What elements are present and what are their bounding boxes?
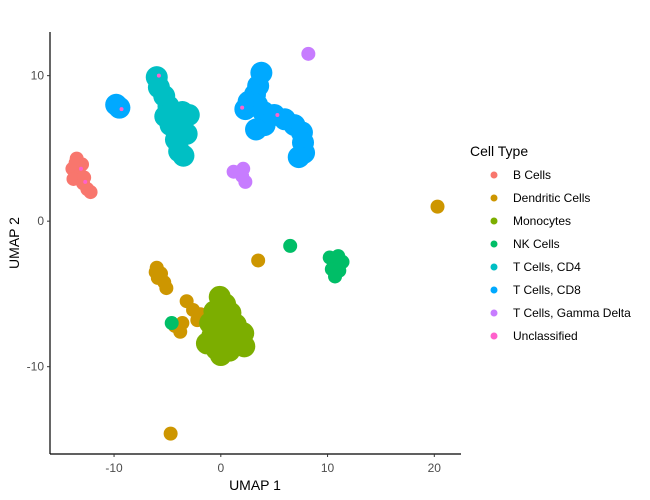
cluster-t-cells-cd8 (105, 61, 316, 169)
cluster-monocytes (195, 285, 256, 367)
data-point (209, 344, 232, 367)
legend: B Cells Dendritic Cells Monocytes NK Cells T… (490, 168, 631, 343)
point-layer (65, 46, 445, 441)
cluster-t-cells-cd4 (145, 66, 200, 167)
y-tick-label: -10 (27, 360, 45, 374)
legend-item: Unclassified (490, 329, 578, 343)
legend-label: T Cells, CD8 (513, 283, 581, 297)
cluster-b-cells (65, 151, 98, 200)
x-tick-label: 20 (428, 461, 442, 475)
legend-key (490, 309, 498, 317)
legend-key (490, 332, 498, 340)
legend-item: T Cells, CD8 (490, 283, 581, 297)
data-point (301, 46, 316, 61)
legend-label: T Cells, CD4 (513, 260, 581, 274)
data-point (245, 118, 268, 141)
data-point (83, 185, 98, 200)
data-point (159, 281, 174, 296)
data-point (275, 112, 280, 117)
legend-item: T Cells, CD4 (490, 260, 581, 274)
legend-key (490, 217, 498, 225)
data-point (238, 174, 253, 189)
data-point (108, 96, 131, 119)
x-tick-label: 0 (217, 461, 224, 475)
data-point (251, 253, 266, 268)
data-point (233, 335, 256, 358)
x-axis-title: UMAP 1 (229, 477, 281, 493)
data-point (240, 105, 245, 110)
data-point (287, 146, 310, 169)
legend-label: T Cells, Gamma Delta (513, 306, 631, 320)
y-tick-label: 10 (31, 69, 45, 83)
data-point (283, 238, 298, 253)
legend-item: B Cells (490, 168, 551, 182)
y-axis-title: UMAP 2 (6, 217, 22, 269)
umap-chart: -10 0 10 20 -10010 UMAP 1 UMAP 2 Cell Type … (6, 32, 631, 493)
legend-key (490, 194, 498, 202)
data-point (430, 199, 445, 214)
data-point (164, 316, 179, 331)
legend-title: Cell Type (470, 143, 528, 159)
legend-item: NK Cells (490, 237, 560, 251)
data-point (156, 73, 161, 78)
cluster-dendritic-cells (148, 199, 445, 441)
data-point (226, 164, 241, 179)
legend-label: Monocytes (513, 214, 571, 228)
y-tick-label: 0 (37, 214, 44, 228)
data-point (328, 269, 343, 284)
legend-label: B Cells (513, 168, 551, 182)
data-point (163, 426, 178, 441)
legend-item: Dendritic Cells (490, 191, 590, 205)
legend-label: Dendritic Cells (513, 191, 590, 205)
y-ticks: -10 0 10 (27, 69, 50, 374)
legend-key (490, 286, 498, 294)
legend-key (490, 171, 498, 179)
x-ticks: -10 0 10 20 (105, 454, 441, 475)
legend-item: T Cells, Gamma Delta (490, 306, 631, 320)
data-point (172, 144, 195, 167)
legend-label: NK Cells (513, 237, 560, 251)
legend-key (490, 240, 498, 248)
x-tick-label: -10 (105, 461, 123, 475)
data-point (78, 166, 83, 171)
data-point (148, 265, 163, 280)
data-point (83, 179, 88, 184)
x-tick-label: 10 (321, 461, 335, 475)
legend-item: Monocytes (490, 214, 571, 228)
legend-key (490, 263, 498, 271)
legend-label: Unclassified (513, 329, 578, 343)
data-point (119, 107, 124, 112)
